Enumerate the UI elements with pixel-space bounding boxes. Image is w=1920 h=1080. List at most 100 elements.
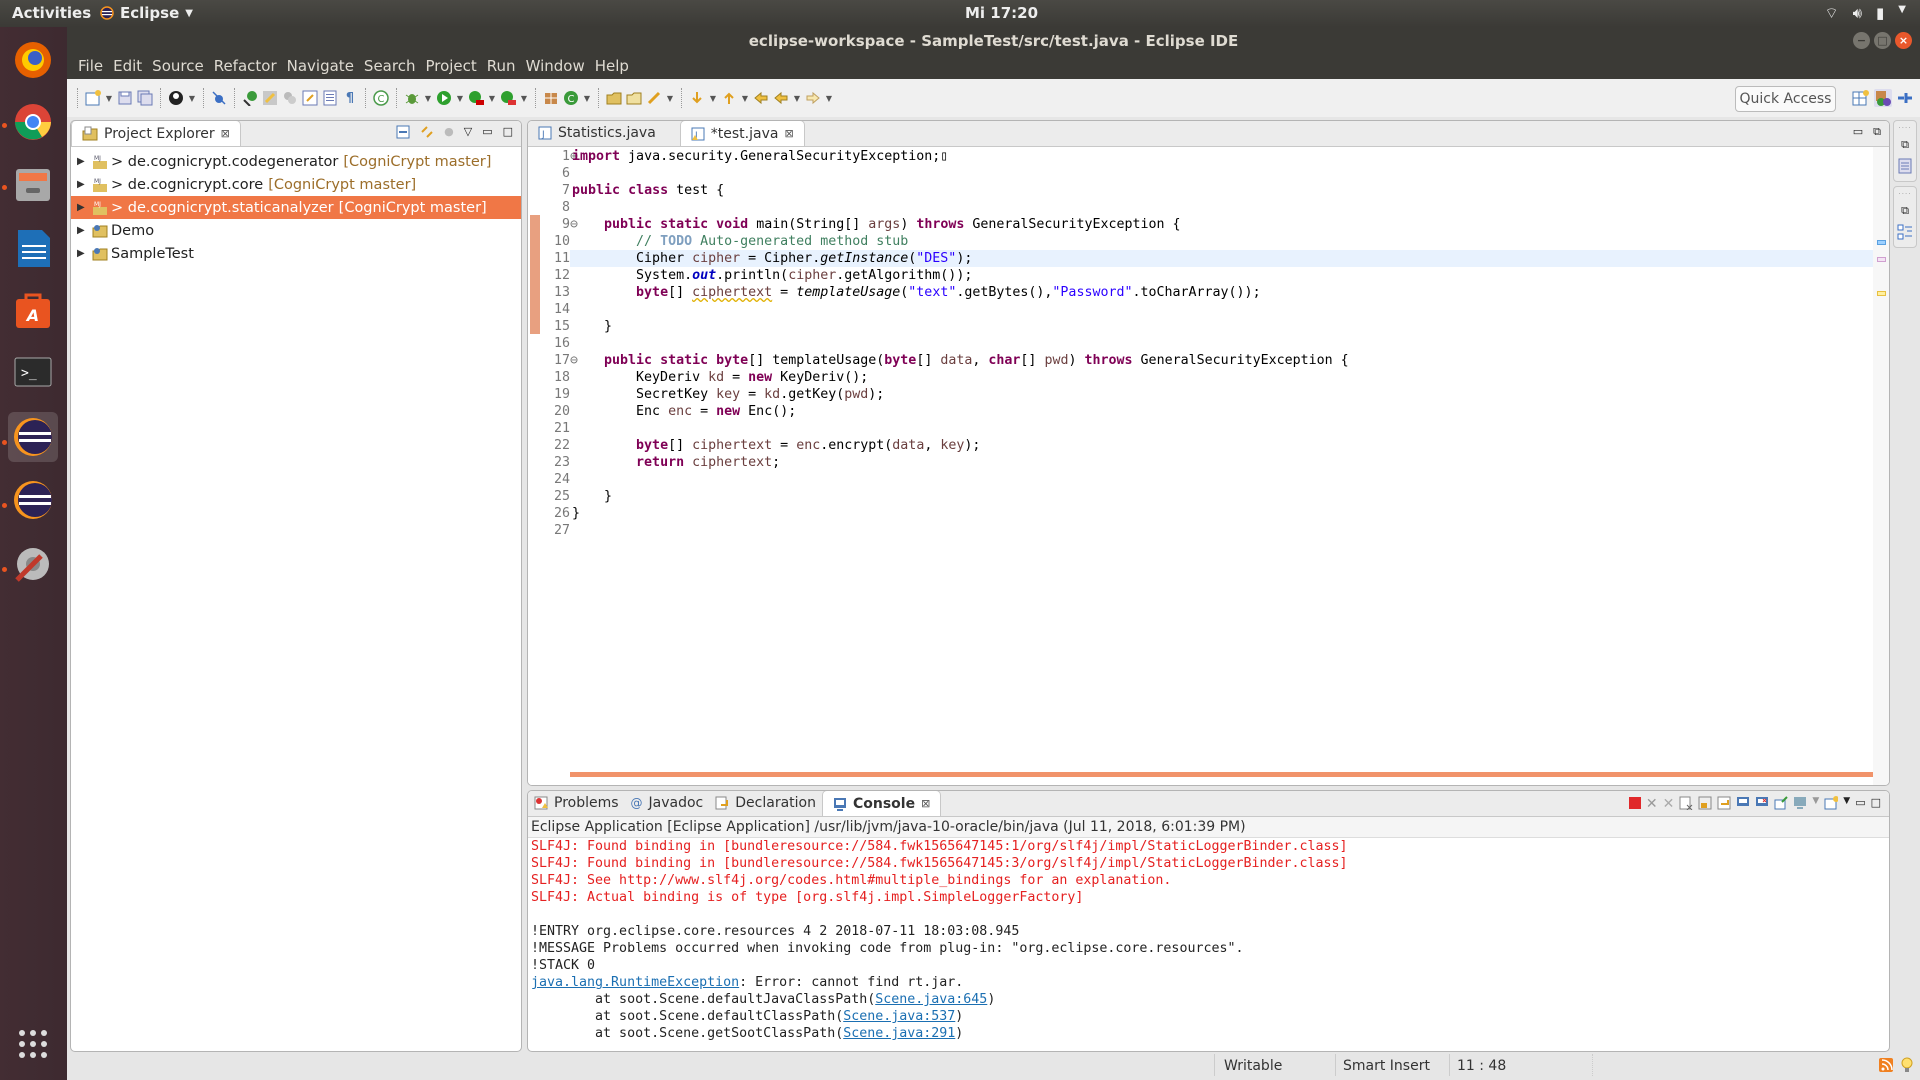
toggle-mark-icon[interactable] [281, 89, 299, 107]
console-link[interactable]: Scene.java:537 [843, 1009, 955, 1024]
tree-item-staticanalyzer[interactable]: ▶ MJ > de.cognicrypt.staticanalyzer [Cog… [71, 196, 521, 219]
code-line[interactable] [570, 420, 1873, 437]
debug-perspective-icon[interactable] [1896, 89, 1914, 107]
close-icon[interactable]: ⊠ [784, 127, 793, 140]
display-selected-console-icon[interactable] [1793, 796, 1807, 813]
restore-view-icon[interactable]: ⧉ [1873, 125, 1881, 139]
menu-window[interactable]: Window [521, 55, 590, 79]
link-with-editor-icon[interactable] [420, 125, 434, 142]
tab-project-explorer[interactable]: Project Explorer ⊠ [71, 121, 241, 146]
chevron-down-icon[interactable]: ▼ [824, 94, 834, 103]
restore-icon[interactable]: ⧉ [1901, 138, 1909, 152]
new-icon[interactable] [84, 89, 102, 107]
remove-launch-icon[interactable]: ✕ [1646, 796, 1658, 813]
tree-item-demo[interactable]: ▶ Demo [71, 219, 521, 242]
maximize-button[interactable]: □ [1874, 32, 1891, 49]
chevron-down-icon[interactable]: ▼ [455, 94, 465, 103]
open-resource-icon[interactable] [625, 89, 643, 107]
maximize-view-icon[interactable]: □ [1871, 796, 1881, 813]
minimize-view-icon[interactable]: ▭ [1853, 125, 1863, 139]
filter-icon[interactable]: ● [444, 125, 454, 142]
console-link[interactable]: Scene.java:645 [875, 992, 987, 1007]
dock-system-tools[interactable] [8, 539, 58, 589]
last-edit-icon[interactable] [752, 89, 770, 107]
rss-feed-icon[interactable] [1879, 1057, 1893, 1077]
tip-lightbulb-icon[interactable] [1901, 1057, 1913, 1079]
tree-item-core[interactable]: ▶ MJ > de.cognicrypt.core [CogniCrypt ma… [71, 173, 521, 196]
menu-navigate[interactable]: Navigate [282, 55, 359, 79]
minimize-view-icon[interactable]: ▭ [1855, 796, 1865, 813]
activities-button[interactable]: Activities [12, 4, 91, 22]
remove-all-terminated-icon[interactable]: ✕ [1663, 796, 1675, 813]
tab-javadoc[interactable]: @ Javadoc [625, 791, 710, 816]
minimize-view-icon[interactable]: ▭ [482, 125, 492, 142]
new-java-package-icon[interactable] [542, 89, 560, 107]
tab-test-java[interactable]: J *test.java ⊠ [679, 121, 805, 146]
publish-icon[interactable] [167, 89, 185, 107]
code-line[interactable]: KeyDeriv kd = new KeyDeriv(); [570, 369, 1873, 386]
terminate-icon[interactable] [1628, 797, 1641, 809]
highlight-icon[interactable] [261, 89, 279, 107]
show-console-stderr-icon[interactable] [1755, 796, 1769, 813]
code-line[interactable]: return ciphertext; [570, 454, 1873, 471]
tab-declaration[interactable]: Declaration [709, 791, 822, 816]
view-menu-icon[interactable]: ▽ [464, 125, 472, 142]
code-line[interactable] [570, 165, 1873, 182]
open-perspective-icon[interactable] [1852, 89, 1870, 107]
new-class-icon[interactable]: C [562, 89, 580, 107]
overview-ruler[interactable] [1873, 147, 1889, 785]
dock-terminal[interactable]: >_ [8, 347, 58, 397]
code-line[interactable]: public class test { [570, 182, 1873, 199]
chevron-down-icon[interactable]: ▼ [1812, 796, 1819, 813]
chevron-down-icon[interactable]: ▼ [423, 94, 433, 103]
expand-icon[interactable]: ▶ [77, 248, 89, 259]
code-area[interactable]: import java.security.GeneralSecurityExce… [570, 147, 1873, 785]
code-line[interactable]: System.out.println(cipher.getAlgorithm()… [570, 267, 1873, 284]
chevron-down-icon[interactable]: ▼ [792, 94, 802, 103]
chevron-down-icon[interactable]: ▼ [104, 94, 114, 103]
close-icon[interactable]: ⊠ [221, 127, 230, 140]
menu-source[interactable]: Source [147, 55, 209, 79]
show-applications-icon[interactable] [18, 1029, 48, 1063]
chevron-down-icon[interactable]: ▼ [487, 94, 497, 103]
tab-problems[interactable]: Problems [528, 791, 625, 816]
quick-access-input[interactable]: Quick Access [1735, 86, 1836, 112]
back-icon[interactable] [772, 89, 790, 107]
next-annotation-icon[interactable] [688, 89, 706, 107]
show-console-stdout-icon[interactable] [1736, 796, 1750, 813]
menu-help[interactable]: Help [590, 55, 634, 79]
tab-statistics-java[interactable]: J Statistics.java [528, 121, 666, 146]
close-button[interactable]: × [1895, 32, 1912, 49]
code-line[interactable] [570, 301, 1873, 318]
collapse-all-icon[interactable] [396, 125, 410, 142]
app-menu[interactable]: Eclipse ▼ [100, 4, 193, 22]
java-perspective-icon[interactable] [1874, 89, 1892, 107]
occurrence-marker[interactable] [1877, 257, 1886, 262]
code-line[interactable]: public static byte[] templateUsage(byte[… [570, 352, 1873, 369]
open-console-icon[interactable] [1824, 796, 1840, 813]
chevron-down-icon[interactable]: ▼ [665, 94, 675, 103]
code-line[interactable]: byte[] ciphertext = templateUsage("text"… [570, 284, 1873, 301]
dock-chrome[interactable] [8, 97, 58, 147]
block-selection-icon[interactable] [321, 89, 339, 107]
save-icon[interactable] [116, 89, 134, 107]
dock-eclipse[interactable] [8, 412, 58, 462]
menu-refactor[interactable]: Refactor [209, 55, 282, 79]
dock-writer[interactable] [8, 223, 58, 273]
external-tools-icon[interactable] [499, 89, 517, 107]
chevron-down-icon[interactable]: ▼ [1843, 796, 1850, 813]
chevron-down-icon[interactable]: ▼ [187, 94, 197, 103]
code-line[interactable]: Enc enc = new Enc(); [570, 403, 1873, 420]
console-link[interactable]: java.lang.RuntimeException [531, 975, 739, 990]
search-icon[interactable] [645, 89, 663, 107]
code-line[interactable]: } [570, 488, 1873, 505]
menu-edit[interactable]: Edit [108, 55, 147, 79]
next-annotation-icon[interactable] [301, 89, 319, 107]
word-wrap-icon[interactable] [1717, 796, 1731, 813]
code-line[interactable]: Cipher cipher = Cipher.getInstance("DES"… [570, 250, 1873, 267]
restore-icon[interactable]: ⧉ [1901, 204, 1909, 218]
code-line[interactable]: public static void main(String[] args) t… [570, 216, 1873, 233]
menu-search[interactable]: Search [359, 55, 421, 79]
open-type-icon[interactable] [605, 89, 623, 107]
task-list-icon[interactable] [1897, 224, 1913, 244]
